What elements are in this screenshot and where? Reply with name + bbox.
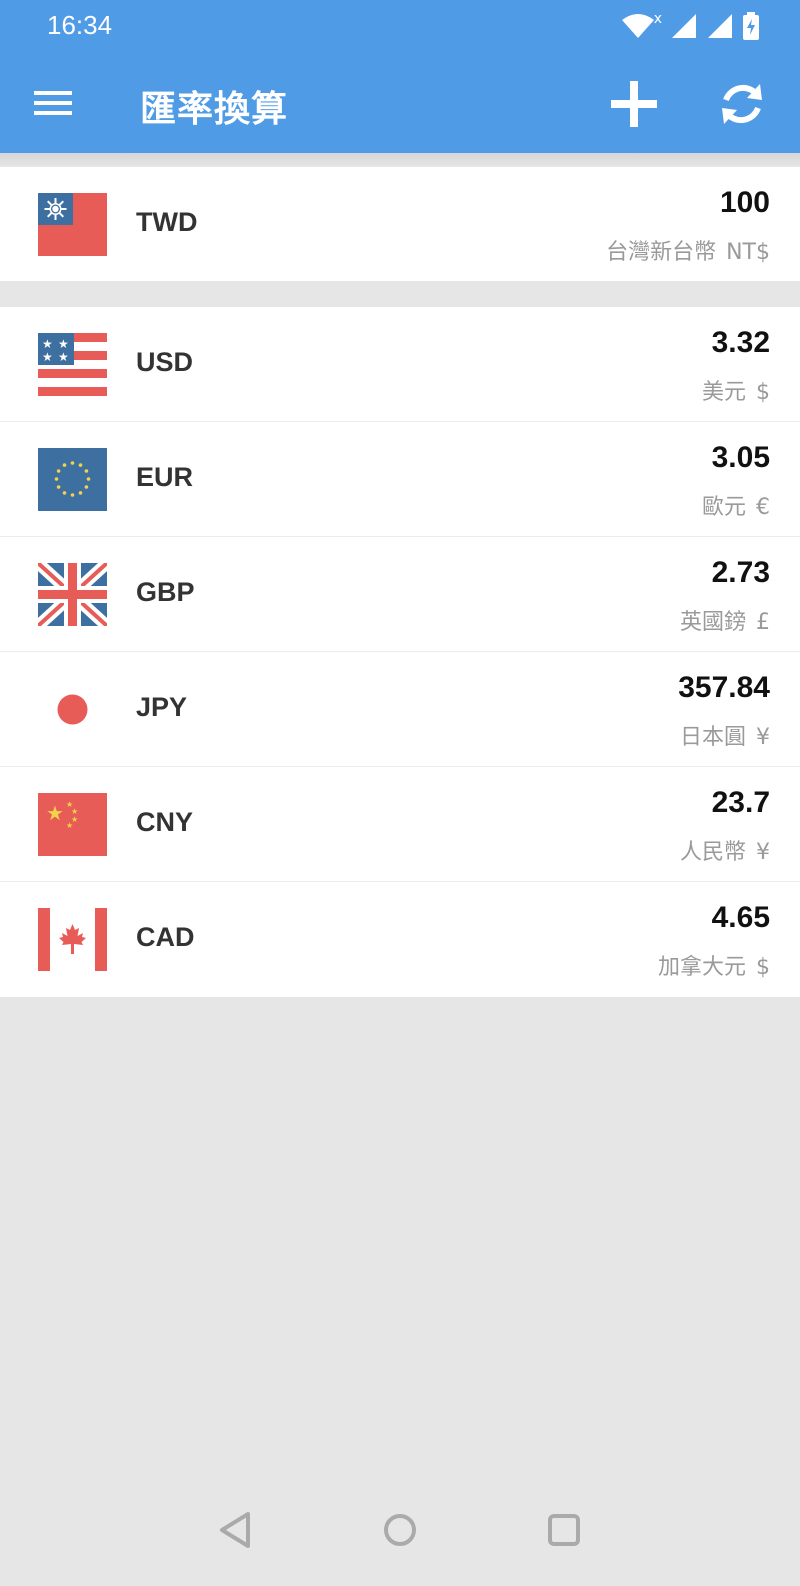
wifi-icon: [621, 14, 654, 38]
currency-name: 人民幣: [679, 840, 746, 865]
header-shadow: [0, 153, 800, 167]
svg-text:★: ★: [46, 801, 64, 825]
currency-code: EUR: [136, 462, 194, 492]
currency-name-line: 歐元 €: [702, 489, 770, 521]
status-time: 16:34: [47, 10, 113, 40]
currency-row-cad[interactable]: CAD 4.65 加拿大元 $: [0, 882, 800, 997]
no-data-icon: x: [653, 11, 662, 27]
svg-text:★: ★: [42, 337, 53, 351]
currency-name: 日本圓: [679, 725, 746, 750]
svg-text:★: ★: [66, 821, 73, 830]
currency-amount: 357.84: [678, 671, 770, 704]
back-icon[interactable]: [214, 1508, 258, 1552]
home-icon[interactable]: [378, 1508, 422, 1552]
currency-row-usd[interactable]: ★ ★ ★ ★ USD 3.32 美元 $: [0, 307, 800, 422]
recents-icon[interactable]: [542, 1508, 586, 1552]
currency-row-cny[interactable]: ★ ★ ★ ★ ★ CNY 23.7 人民幣 ¥: [0, 767, 800, 882]
currency-code: CNY: [136, 807, 194, 837]
signal-icon-2: [708, 14, 732, 38]
currency-name-line: 美元 $: [702, 374, 770, 406]
china-flag-icon: ★ ★ ★ ★ ★: [38, 793, 107, 856]
currency-code: GBP: [136, 577, 195, 607]
currency-code: JPY: [136, 692, 188, 722]
usa-flag-icon: ★ ★ ★ ★: [38, 333, 107, 396]
currency-symbol: ¥: [756, 840, 770, 865]
currency-name: 台灣新台幣: [606, 240, 717, 265]
uk-flag-icon: [38, 563, 107, 626]
currency-name-line: 人民幣 ¥: [680, 834, 770, 866]
currency-amount: 23.7: [711, 786, 770, 819]
currency-symbol: $: [756, 380, 770, 405]
signal-icon: [672, 14, 696, 38]
currency-row-eur[interactable]: EUR 3.05 歐元 €: [0, 422, 800, 537]
currency-name-line: 英國鎊 £: [680, 604, 770, 636]
currency-row-gbp[interactable]: GBP 2.73 英國鎊 £: [0, 537, 800, 652]
taiwan-flag-icon: [38, 193, 107, 256]
currency-code: CAD: [136, 922, 195, 952]
currency-symbol: $: [756, 955, 770, 980]
add-icon[interactable]: [608, 78, 660, 130]
eu-flag-icon: [38, 448, 107, 511]
canada-flag-icon: [38, 908, 107, 971]
app-header: 16:34 x 匯率換算: [0, 0, 800, 153]
svg-text:★: ★: [58, 337, 69, 351]
currency-amount: 3.05: [711, 441, 770, 474]
currency-code: TWD: [136, 207, 198, 237]
currency-symbol: €: [756, 495, 770, 520]
refresh-icon[interactable]: [716, 78, 768, 130]
currency-symbol: £: [756, 610, 770, 635]
currency-name: 英國鎊: [679, 610, 746, 635]
status-icons: x: [620, 11, 760, 40]
currency-list: ★ ★ ★ ★ USD 3.32 美元 $ EUR 3.05 歐元 € GBP …: [0, 307, 800, 997]
currency-amount: 3.32: [711, 326, 770, 359]
japan-flag-icon: [38, 678, 107, 741]
currency-amount: 2.73: [711, 556, 770, 589]
currency-row-jpy[interactable]: JPY 357.84 日本圓 ¥: [0, 652, 800, 767]
currency-name: 加拿大元: [657, 955, 746, 980]
currency-amount[interactable]: 100: [720, 186, 770, 220]
currency-name: 歐元: [701, 495, 746, 520]
base-currency-card: TWD 100 台灣新台幣 NT$: [0, 167, 800, 281]
currency-symbol: ¥: [756, 725, 770, 750]
battery-charging-icon: [743, 12, 759, 40]
currency-symbol: NT$: [726, 240, 770, 265]
base-currency-row[interactable]: TWD 100 台灣新台幣 NT$: [0, 167, 800, 281]
page-title: 匯率換算: [140, 89, 289, 130]
svg-text:★: ★: [58, 350, 69, 364]
menu-icon[interactable]: [30, 83, 76, 123]
currency-name-line: 台灣新台幣 NT$: [606, 234, 770, 266]
currency-name: 美元: [701, 380, 746, 405]
currency-code: USD: [136, 347, 194, 377]
currency-name-line: 日本圓 ¥: [680, 719, 770, 751]
currency-name-line: 加拿大元 $: [658, 949, 770, 981]
currency-amount: 4.65: [711, 901, 770, 934]
svg-text:★: ★: [42, 350, 53, 364]
